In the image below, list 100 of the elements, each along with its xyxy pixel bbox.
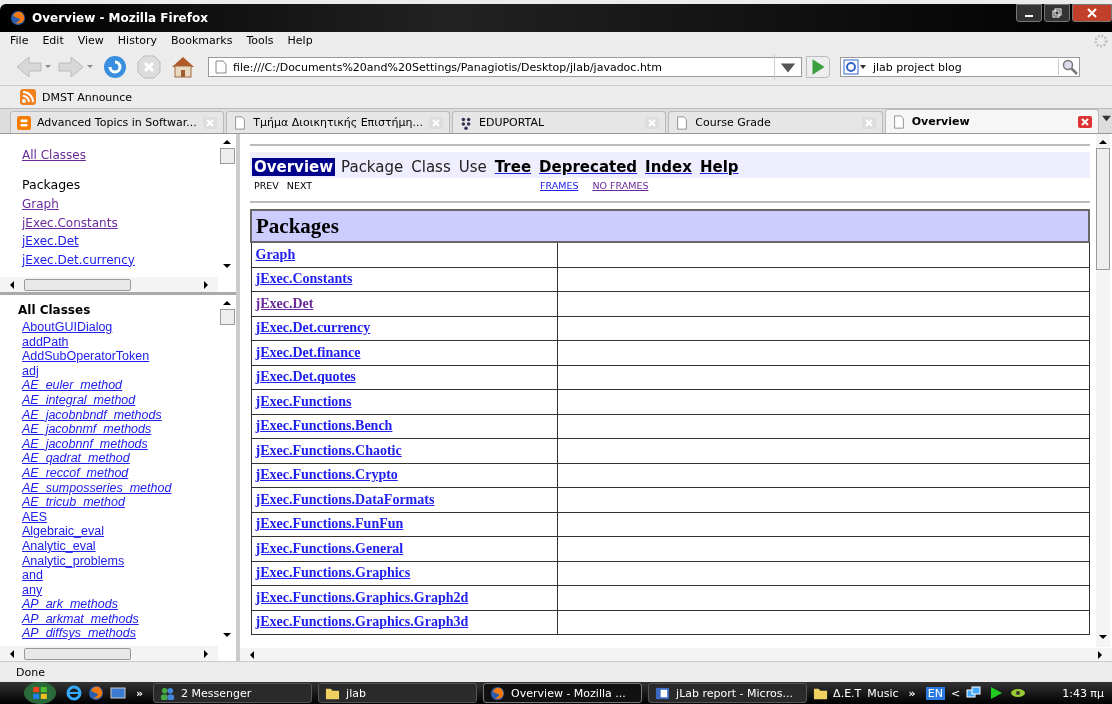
class-link[interactable]: AE_qadrat_method — [18, 451, 130, 466]
nav-current: Overview — [252, 158, 336, 176]
menu-item[interactable]: History — [117, 34, 157, 47]
reload-button[interactable] — [102, 54, 128, 80]
page-icon — [675, 115, 690, 130]
horizontal-scrollbar[interactable] — [0, 277, 218, 292]
page-icon — [215, 60, 227, 74]
class-link[interactable]: AP_ark_methods — [18, 597, 118, 612]
vertical-scrollbar[interactable] — [1096, 134, 1110, 647]
nav-label: PREV — [254, 180, 279, 191]
nav-link[interactable]: Deprecated — [537, 158, 640, 176]
class-link[interactable]: AES — [18, 509, 47, 525]
home-button[interactable] — [170, 54, 196, 80]
taskbar-button[interactable]: Overview - Mozilla ... — [483, 683, 643, 703]
window-title: Overview - Mozilla Firefox — [32, 11, 209, 25]
firefox-icon — [490, 685, 506, 701]
rss-icon — [20, 89, 36, 105]
horizontal-scrollbar[interactable] — [240, 648, 1112, 661]
package-link[interactable]: Graph — [22, 195, 59, 214]
browser-icon[interactable] — [66, 685, 82, 701]
class-link[interactable]: AE_tricub_method — [18, 495, 125, 510]
class-link[interactable]: any — [18, 582, 43, 598]
menu-item[interactable]: Tools — [246, 34, 274, 47]
browser-tab[interactable]: EDUPORTAL — [452, 111, 667, 133]
menu-item[interactable]: Edit — [42, 34, 64, 47]
class-link[interactable]: AE_reccof_method — [18, 465, 129, 481]
more-button[interactable]: » — [132, 686, 148, 700]
class-link[interactable]: AE_sumposseries_method — [18, 480, 172, 496]
minimize-icon — [1025, 15, 1033, 17]
firefox-icon — [10, 10, 26, 26]
nav-link[interactable]: Tree — [492, 158, 534, 176]
throbber-icon — [1094, 33, 1108, 48]
page-icon — [233, 115, 248, 130]
browser-tab[interactable]: Course Grade — [668, 111, 883, 133]
table-heading: Packages — [251, 210, 1089, 242]
class-link[interactable]: Analytic_problems — [18, 553, 125, 569]
go-button[interactable] — [806, 56, 830, 78]
horizontal-scrollbar[interactable] — [0, 646, 218, 661]
menu-item[interactable]: Bookmarks — [171, 34, 233, 47]
taskbar-button[interactable]: jLab report - Micros... — [648, 683, 808, 703]
class-link[interactable]: AddSubOperatorToken — [18, 349, 150, 364]
address-field[interactable]: file:///C:/Documents%20and%20Settings/Panagiotis/Desktop/jlab/javadoc.htm — [208, 57, 802, 77]
clock: 1:43 πμ — [1062, 686, 1104, 700]
taskbar-button[interactable]: jlab — [318, 683, 478, 703]
toolbar-item[interactable]: Δ.E.T — [813, 685, 862, 701]
package-link[interactable]: Graph — [255, 246, 296, 262]
class-link[interactable]: addPath — [18, 334, 69, 350]
nav-link[interactable]: Index — [643, 158, 694, 176]
restore-button[interactable] — [1044, 4, 1070, 22]
menu-item[interactable]: Help — [287, 34, 313, 47]
class-link[interactable]: Algebraic_eval — [18, 524, 104, 539]
close-button[interactable] — [1072, 4, 1112, 22]
package-link[interactable]: jExec.Det.currency — [22, 250, 135, 269]
restore-icon — [1052, 8, 1062, 18]
class-link[interactable]: AE_euler_method — [18, 378, 123, 393]
nav-label: NEXT — [286, 180, 313, 191]
browser-tab[interactable]: Advanced Topics in Softwar... — [10, 111, 225, 133]
class-link[interactable]: AP_arkmat_methods — [18, 611, 139, 627]
class-link[interactable]: and — [18, 568, 43, 583]
all-classes-link[interactable]: All Classes — [22, 148, 86, 162]
search-field[interactable]: jlab project blog — [840, 57, 1080, 77]
bookmark-item[interactable]: DMST Announce — [20, 89, 133, 105]
browser-tab[interactable]: Τμήμα Διοικητικής Επιστήμη... — [226, 111, 450, 133]
class-link[interactable]: AE_jacobnmf_methods — [18, 422, 152, 437]
dots-icon — [459, 115, 473, 130]
class-link[interactable]: adj — [18, 363, 39, 379]
class-link[interactable]: AE_integral_method — [18, 392, 136, 408]
nav-link[interactable]: Help — [697, 158, 741, 176]
search-engine-icon[interactable] — [841, 59, 869, 75]
taskbar-button[interactable]: 2 Messenger — [153, 683, 313, 703]
search-icon[interactable] — [1058, 59, 1079, 75]
network-icon[interactable] — [966, 685, 983, 701]
close-tab-icon[interactable] — [1078, 115, 1092, 128]
class-link[interactable]: AboutGUIDialog — [18, 320, 113, 335]
document-icon — [655, 685, 671, 701]
close-icon — [1087, 8, 1097, 18]
desktop-icon[interactable] — [110, 685, 126, 701]
all-classes-heading: All Classes — [18, 303, 91, 317]
class-link[interactable]: AP_diffsys_methods — [18, 626, 136, 642]
frames-link[interactable]: FRAMES — [540, 180, 579, 191]
package-link[interactable]: jExec.Det — [255, 295, 314, 311]
show-hidden-icons-button[interactable]: < — [950, 686, 961, 700]
status-text: Done — [16, 665, 45, 679]
class-link[interactable]: Analytic_eval — [18, 538, 96, 554]
menu-item[interactable]: File — [10, 34, 29, 47]
firefox-icon[interactable] — [88, 685, 104, 701]
toolbar-item[interactable]: Music — [867, 686, 899, 700]
blog-icon — [17, 115, 31, 130]
language-indicator[interactable]: EN — [925, 686, 945, 700]
packages-heading: Packages — [22, 177, 81, 192]
more-button[interactable]: » — [904, 686, 920, 700]
class-link[interactable]: AE_jacobnnf_methods — [18, 436, 148, 452]
class-link[interactable]: AE_jacobnbndf_methods — [18, 407, 162, 423]
browser-tab[interactable]: Overview — [884, 109, 1099, 133]
frames-link[interactable]: NO FRAMES — [592, 180, 649, 191]
minimize-button[interactable] — [1016, 4, 1042, 22]
package-link[interactable]: jExec.Det — [22, 232, 79, 251]
menu-item[interactable]: View — [77, 34, 104, 47]
package-link[interactable]: jExec.Constants — [22, 213, 118, 232]
people-icon — [160, 685, 176, 701]
